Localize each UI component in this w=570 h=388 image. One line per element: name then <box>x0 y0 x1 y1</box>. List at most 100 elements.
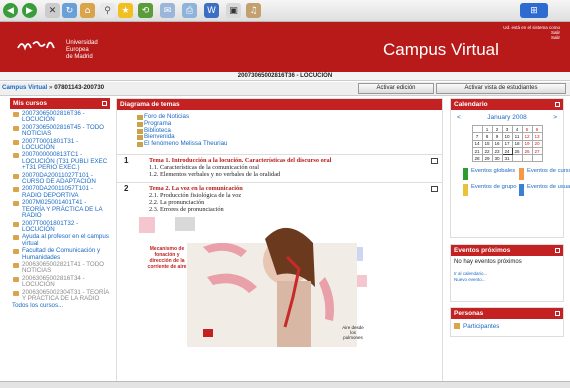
calendar-day[interactable]: 1 <box>481 124 493 134</box>
calendar-day[interactable]: 30 <box>491 154 503 163</box>
calendar-day[interactable]: 21 <box>471 146 483 156</box>
course-link[interactable]: 2007M025001401T41 - TEORÍA Y PRÁCTICA DE… <box>22 199 102 219</box>
course-link[interactable]: 2007T0001801T31 - LOCUCIÓN <box>22 138 78 151</box>
collapse-icon[interactable] <box>102 101 107 106</box>
legend-item[interactable]: Eventos globales <box>463 168 527 181</box>
calendar-day[interactable]: 6 <box>531 124 543 134</box>
calendar-day[interactable]: 7 <box>471 132 483 141</box>
folder-icon[interactable]: ▣ <box>226 3 241 18</box>
legend-item[interactable]: Eventos de grupo <box>463 184 527 197</box>
calendar-day[interactable]: 11 <box>511 132 523 141</box>
course-link[interactable]: 20063065002816T34 - LOCUCIÓN <box>22 275 85 288</box>
forward-icon[interactable]: ▶ <box>22 3 37 18</box>
resource-link[interactable]: Biblioteca <box>137 127 442 135</box>
course-link[interactable]: 20070DA20011027T101 - CURSO DE ADAPTACIÓ… <box>22 172 96 185</box>
student-view-button[interactable]: Activar vista de estudiantes <box>436 83 566 94</box>
calendar-day[interactable]: 8 <box>481 132 493 141</box>
new-event-link[interactable]: Nuevo evento... <box>454 277 560 283</box>
course-link[interactable]: 20073065002816T45 - TODO NOTICIAS <box>22 124 104 137</box>
prev-month-button[interactable]: < <box>457 114 461 121</box>
calendar-day[interactable]: 9 <box>491 132 503 141</box>
course-list-item[interactable]: 20073065002816T45 - TODO NOTICIAS <box>12 124 110 138</box>
course-link[interactable]: Facultad de Comunicación y Humanidades <box>22 247 100 260</box>
calendar-day[interactable]: 3 <box>501 124 513 134</box>
calendar-day[interactable]: 31 <box>501 154 513 163</box>
course-link[interactable]: 20070DA20011057T101 - RADIO DEPORTIVA <box>22 185 93 199</box>
stop-icon[interactable]: ✕ <box>45 3 60 18</box>
calendar-day[interactable]: 18 <box>511 139 523 148</box>
course-list-item[interactable]: 20063065002304T31 - TEORÍA Y PRÁCTICA DE… <box>12 289 110 303</box>
media-icon[interactable]: ♫ <box>246 3 261 18</box>
calendar-day[interactable]: 17 <box>501 139 513 148</box>
calendar-day[interactable]: 5 <box>521 124 533 134</box>
breadcrumb-home-link[interactable]: Campus Virtual <box>2 84 47 91</box>
home-icon[interactable]: ⌂ <box>80 3 95 18</box>
resource-link[interactable]: Programa <box>137 120 442 128</box>
calendar-day[interactable]: 29 <box>481 154 493 163</box>
all-courses-link[interactable]: Todos los cursos... <box>10 302 110 309</box>
course-link[interactable]: 2007000000813TC1 - LOCUCIÓN (T31 PUBLI E… <box>22 151 107 171</box>
horizontal-scrollbar[interactable] <box>0 381 570 388</box>
course-list-item[interactable]: 2007M025001401T41 - TEORÍA Y PRÁCTICA DE… <box>12 200 110 219</box>
calendar-day[interactable]: 27 <box>531 146 543 156</box>
calendar-day[interactable]: 15 <box>481 139 493 148</box>
course-list-item[interactable]: 20070DA20011057T101 - RADIO DEPORTIVA <box>12 186 110 199</box>
site-title: Campus Virtual <box>383 40 499 59</box>
course-list-item[interactable]: 20063065002821T41 - TODO NOTICIAS <box>12 261 110 275</box>
illustration-caption-right: Aire desde los pulmones <box>333 325 373 340</box>
legend-swatch <box>463 184 468 197</box>
participants-link[interactable]: Participantes <box>451 319 563 330</box>
resource-link[interactable]: El fenómeno Melissa Theuriau <box>137 140 442 148</box>
calendar-day[interactable]: 10 <box>501 132 513 141</box>
legend-item[interactable]: Eventos de curso <box>519 168 570 181</box>
calendar-day[interactable]: 19 <box>521 139 533 148</box>
course-list-item[interactable]: 20073065002816T36 - LOCUCIÓN <box>12 110 110 124</box>
collapse-icon[interactable] <box>555 248 560 253</box>
section-toggle-icon[interactable] <box>431 157 438 164</box>
toggle-edit-button[interactable]: Activar edición <box>358 83 434 94</box>
calendar-day[interactable]: 23 <box>491 146 503 156</box>
legend-item[interactable]: Eventos de usuario <box>519 184 570 197</box>
print-icon[interactable]: ⎙ <box>182 3 197 18</box>
course-list-item[interactable]: Facultad de Comunicación y Humanidades <box>12 247 110 261</box>
logout-link-2[interactable]: Salir <box>503 35 560 40</box>
course-list-item[interactable]: Ayuda al profesor en el campus virtual <box>12 234 110 247</box>
course-list-item[interactable]: 2007000000813TC1 - LOCUCIÓN (T31 PUBLI E… <box>12 152 110 171</box>
calendar-day[interactable]: 26 <box>521 146 533 156</box>
course-link[interactable]: 20073065002816T36 - LOCUCIÓN <box>22 110 85 123</box>
collapse-icon[interactable] <box>555 311 560 316</box>
history-icon[interactable]: ⟲ <box>138 3 153 18</box>
mail-icon[interactable]: ✉ <box>160 3 175 18</box>
calendar-day[interactable]: 2 <box>491 124 503 134</box>
course-link[interactable]: 20063065002304T31 - TEORÍA Y PRÁCTICA DE… <box>22 289 109 302</box>
calendar-day[interactable]: 24 <box>501 146 513 156</box>
resource-link[interactable]: Foro de Noticias <box>137 113 442 121</box>
search-icon[interactable]: ⚲ <box>100 3 115 18</box>
course-list-item[interactable]: 20063065002816T34 - LOCUCIÓN <box>12 275 110 289</box>
course-link[interactable]: Ayuda al profesor en el campus virtual <box>22 233 109 247</box>
calendar-day[interactable]: 25 <box>511 146 523 156</box>
calendar-day[interactable]: 12 <box>521 132 533 141</box>
calendar-day[interactable]: 4 <box>511 124 523 134</box>
calendar-day[interactable]: 16 <box>491 139 503 148</box>
next-month-button[interactable]: > <box>553 114 557 121</box>
calendar-day[interactable]: 13 <box>531 132 543 141</box>
back-icon[interactable]: ◀ <box>3 3 18 18</box>
course-link[interactable]: 2007T0001801T32 - LOCUCIÓN <box>22 220 78 233</box>
course-list-item[interactable]: 2007T0001801T32 - LOCUCIÓN <box>12 220 110 234</box>
refresh-icon[interactable]: ↻ <box>62 3 77 18</box>
course-link[interactable]: 20063065002821T41 - TODO NOTICIAS <box>22 261 104 274</box>
calendar-day[interactable]: 14 <box>471 139 483 148</box>
collapse-icon[interactable] <box>555 102 560 107</box>
section-toggle-icon[interactable] <box>431 186 438 193</box>
calendar-day[interactable]: 20 <box>531 139 543 148</box>
breadcrumb: Campus Virtual » 07801143-200730 <box>2 84 104 91</box>
course-list-item[interactable]: 20070DA20011027T101 - CURSO DE ADAPTACIÓ… <box>12 172 110 186</box>
calendar-day[interactable]: 28 <box>471 154 483 163</box>
favorites-icon[interactable]: ★ <box>118 3 133 18</box>
course-list-item[interactable]: 2007T0001801T31 - LOCUCIÓN <box>12 138 110 152</box>
word-icon[interactable]: W <box>204 3 219 18</box>
resource-icon <box>137 115 143 120</box>
resource-icon <box>137 142 143 148</box>
calendar-day[interactable]: 22 <box>481 146 493 156</box>
